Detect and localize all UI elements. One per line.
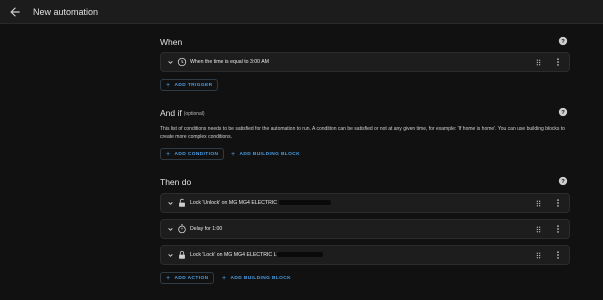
drag-handle-icon[interactable] <box>534 58 543 67</box>
conditions-description: This list of conditions needs to be sati… <box>160 126 565 140</box>
chevron-down-icon[interactable] <box>166 225 175 234</box>
more-vert-icon[interactable] <box>553 198 563 208</box>
and-if-section-title: And if (optional) <box>160 107 205 120</box>
trigger-label: When the time is equal to 3:00 AM <box>190 59 270 65</box>
and-if-title-text: And if <box>160 108 182 118</box>
redacted-block <box>277 252 324 257</box>
action-card[interactable]: Lock 'Unlock' on MG MG4 ELECTRIC <box>160 193 570 213</box>
add-action-button[interactable]: + ADD ACTION <box>160 272 215 284</box>
action-label: Lock 'Unlock' on MG MG4 ELECTRIC <box>190 199 332 208</box>
add-trigger-label: ADD TRIGGER <box>174 82 213 88</box>
trigger-card[interactable]: When the time is equal to 3:00 AM <box>160 52 570 72</box>
lock-open-icon <box>179 198 185 207</box>
top-app-bar: New automation <box>0 0 603 24</box>
when-section-header: When ? <box>160 34 570 50</box>
redacted-block <box>279 200 332 205</box>
action-label-text: Lock 'Unlock' on MG MG4 ELECTRIC <box>190 200 279 206</box>
back-arrow-icon[interactable] <box>8 5 22 19</box>
action-card[interactable]: Delay for 1:00 <box>160 219 570 239</box>
add-condition-label: ADD CONDITION <box>174 151 219 157</box>
add-condition-button[interactable]: + ADD CONDITION <box>160 148 225 160</box>
more-vert-icon[interactable] <box>553 224 563 234</box>
action-label: Lock 'Lock' on MG MG4 ELECTRIC L <box>190 251 324 260</box>
add-building-block-button[interactable]: + ADD BUILDING BLOCK <box>226 148 305 160</box>
page-title: New automation <box>33 7 99 17</box>
add-trigger-button[interactable]: + ADD TRIGGER <box>160 79 219 91</box>
add-action-label: ADD ACTION <box>174 275 209 281</box>
drag-handle-icon[interactable] <box>534 225 543 234</box>
help-icon[interactable]: ? <box>558 107 568 117</box>
help-icon[interactable]: ? <box>558 36 568 46</box>
more-vert-icon[interactable] <box>553 250 563 260</box>
svg-text:?: ? <box>561 179 565 185</box>
clock-icon <box>177 57 187 67</box>
chevron-down-icon[interactable] <box>166 199 175 208</box>
action-label: Delay for 1:00 <box>190 226 223 232</box>
add-building-block-button[interactable]: + ADD BUILDING BLOCK <box>217 272 296 284</box>
then-do-section-header: Then do ? <box>160 174 570 190</box>
svg-text:?: ? <box>561 110 565 116</box>
add-building-block-label: ADD BUILDING BLOCK <box>239 151 300 157</box>
lock-icon <box>179 250 185 259</box>
optional-label: (optional) <box>183 111 205 117</box>
action-card[interactable]: Lock 'Lock' on MG MG4 ELECTRIC L <box>160 245 570 265</box>
then-do-section-title: Then do <box>160 177 192 187</box>
drag-handle-icon[interactable] <box>534 199 543 208</box>
help-icon[interactable]: ? <box>558 176 568 186</box>
chevron-down-icon[interactable] <box>166 251 175 260</box>
add-building-block-label: ADD BUILDING BLOCK <box>230 275 291 281</box>
timer-icon <box>178 224 186 234</box>
svg-text:?: ? <box>561 39 565 45</box>
action-label-text: Lock 'Lock' on MG MG4 ELECTRIC L <box>190 252 277 258</box>
when-section-title: When <box>160 37 183 47</box>
chevron-down-icon[interactable] <box>166 58 175 67</box>
drag-handle-icon[interactable] <box>534 251 543 260</box>
more-vert-icon[interactable] <box>553 57 563 67</box>
and-if-section-header: And if (optional) ? <box>160 105 570 121</box>
